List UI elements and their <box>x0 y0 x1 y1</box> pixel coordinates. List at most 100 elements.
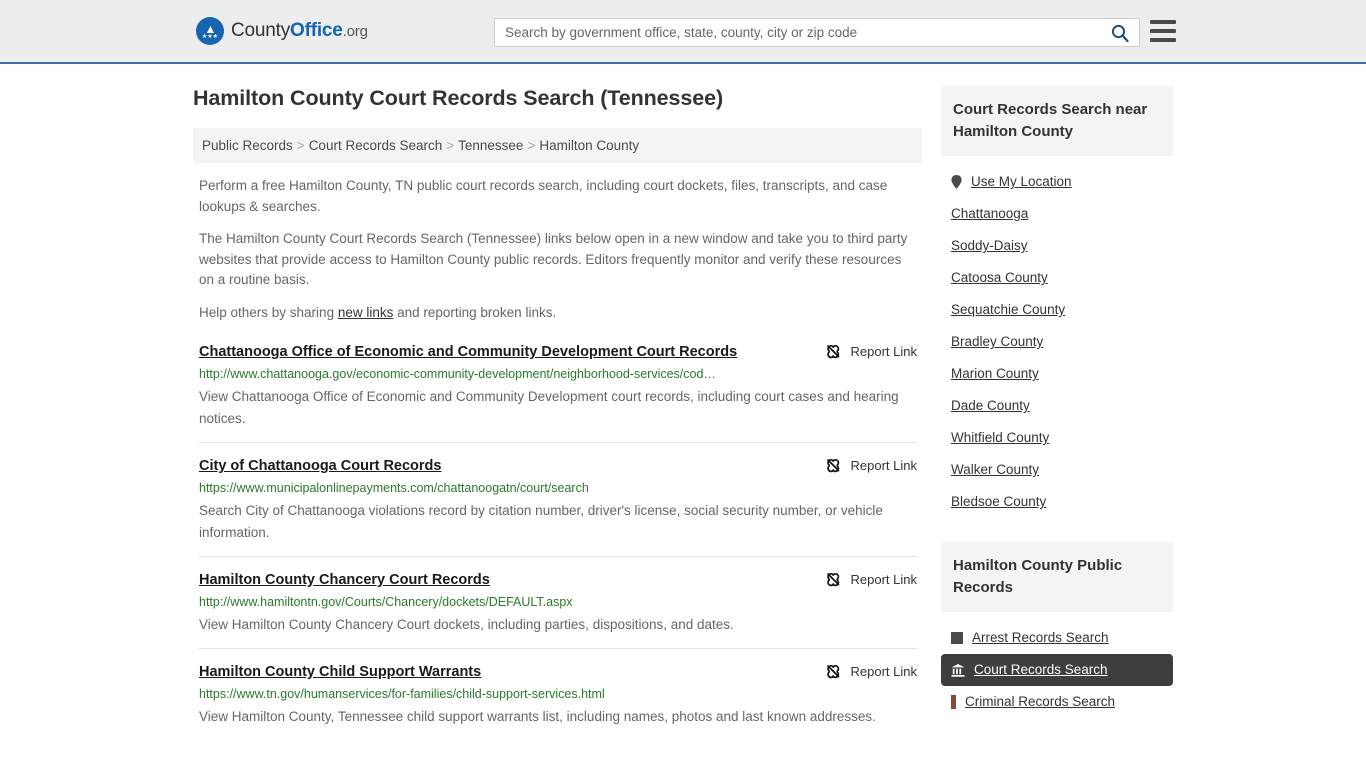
nearby-item-label[interactable]: Chattanooga <box>951 205 1028 223</box>
search-bar <box>494 18 1140 47</box>
result-description: View Hamilton County Chancery Court dock… <box>199 617 734 632</box>
public-records-item[interactable]: Arrest Records Search <box>941 622 1173 654</box>
result-title-link[interactable]: Chattanooga Office of Economic and Commu… <box>199 343 825 362</box>
broken-link-icon <box>826 572 839 587</box>
map-pin-icon <box>951 175 962 189</box>
hamburger-bar-1 <box>1150 20 1176 24</box>
result-item: Chattanooga Office of Economic and Commu… <box>199 339 917 442</box>
nearby-item-label[interactable]: Whitfield County <box>951 429 1049 447</box>
breadcrumb: Public Records > Court Records Search > Tenn… <box>193 128 922 163</box>
nearby-item-label[interactable]: Catoosa County <box>951 269 1048 287</box>
nearby-item-label[interactable]: Use My Location <box>971 173 1072 191</box>
result-description: View Chattanooga Office of Economic and … <box>199 389 899 426</box>
hamburger-menu-icon[interactable] <box>1150 20 1176 42</box>
nearby-item-label[interactable]: Sequatchie County <box>951 301 1065 319</box>
brand-text: CountyOffice.org <box>231 20 368 42</box>
nearby-list-item[interactable]: Whitfield County <box>941 422 1173 454</box>
report-link-label: Report Link <box>850 572 917 587</box>
share-suffix: and reporting broken links. <box>393 304 557 320</box>
breadcrumb-item-0[interactable]: Public Records <box>202 138 293 153</box>
result-header: Hamilton County Chancery Court Records R… <box>199 571 917 590</box>
share-prefix: Help others by sharing <box>199 304 338 320</box>
public-records-list: Arrest Records Search Court Records Sear… <box>941 612 1173 722</box>
site-logo[interactable]: ▲ ★★★ CountyOffice.org <box>196 17 368 45</box>
main-column: Hamilton County Court Records Search (Te… <box>193 64 923 740</box>
report-link-button[interactable]: Report Link <box>825 664 917 679</box>
intro-paragraph-1: Perform a free Hamilton County, TN publi… <box>199 178 888 214</box>
result-title-link[interactable]: Hamilton County Chancery Court Records <box>199 571 825 590</box>
nearby-item-label[interactable]: Walker County <box>951 461 1039 479</box>
report-link-label: Report Link <box>850 664 917 679</box>
result-title-link[interactable]: City of Chattanooga Court Records <box>199 457 825 476</box>
nearby-item-label[interactable]: Soddy-Daisy <box>951 237 1028 255</box>
result-description: Search City of Chattanooga violations re… <box>199 503 883 540</box>
nearby-list-item[interactable]: Marion County <box>941 358 1173 390</box>
nearby-item-label[interactable]: Marion County <box>951 365 1039 383</box>
search-results-list: Chattanooga Office of Economic and Commu… <box>193 339 923 740</box>
public-records-item-label[interactable]: Criminal Records Search <box>965 693 1115 711</box>
nearby-list-item[interactable]: Catoosa County <box>941 262 1173 294</box>
nearby-list-item[interactable]: Chattanooga <box>941 198 1173 230</box>
page-title: Hamilton County Court Records Search (Te… <box>193 86 724 110</box>
result-item: Hamilton County Chancery Court Records R… <box>199 556 917 648</box>
report-link-button[interactable]: Report Link <box>825 458 917 473</box>
search-icon <box>1111 24 1129 42</box>
public-records-item-label[interactable]: Court Records Search <box>974 661 1108 679</box>
result-header: Chattanooga Office of Economic and Commu… <box>199 343 917 362</box>
nearby-item-label[interactable]: Bradley County <box>951 333 1043 351</box>
result-url: https://www.municipalonlinepayments.com/… <box>199 481 589 495</box>
share-links-paragraph: Help others by sharing new links and rep… <box>193 303 923 324</box>
broken-link-icon <box>826 664 839 679</box>
report-link-button[interactable]: Report Link <box>825 572 917 587</box>
nearby-heading: Court Records Search near Hamilton Count… <box>941 86 1173 156</box>
breadcrumb-item-2[interactable]: Tennessee <box>458 138 523 153</box>
breadcrumb-sep-1: > <box>446 138 455 153</box>
page-body: Hamilton County Court Records Search (Te… <box>0 64 1366 740</box>
public-records-heading: Hamilton County Public Records <box>941 542 1173 612</box>
broken-link-icon <box>826 458 839 473</box>
nearby-list-item[interactable]: Use My Location <box>941 166 1173 198</box>
nearby-item-label[interactable]: Dade County <box>951 397 1030 415</box>
nearby-list-item[interactable]: Sequatchie County <box>941 294 1173 326</box>
intro-paragraph-2: The Hamilton County Court Records Search… <box>199 231 908 287</box>
report-link-label: Report Link <box>850 458 917 473</box>
result-item: City of Chattanooga Court Records Report… <box>199 442 917 556</box>
nearby-item-label[interactable]: Bledsoe County <box>951 493 1046 511</box>
nearby-list: Use My Location Chattanooga Soddy-Daisy Cat… <box>941 156 1173 522</box>
public-records-item[interactable]: Court Records Search <box>941 654 1173 686</box>
public-records-item-label[interactable]: Arrest Records Search <box>972 629 1109 647</box>
result-item: Hamilton County Child Support Warrants R… <box>199 648 917 740</box>
breadcrumb-item-1[interactable]: Court Records Search <box>309 138 443 153</box>
result-description: View Hamilton County, Tennessee child su… <box>199 709 876 724</box>
result-header: City of Chattanooga Court Records Report… <box>199 457 917 476</box>
bar-icon <box>951 695 956 709</box>
hamburger-bar-3 <box>1150 38 1176 42</box>
sidebar: Court Records Search near Hamilton Count… <box>941 64 1173 722</box>
result-header: Hamilton County Child Support Warrants R… <box>199 663 917 682</box>
result-url: http://www.chattanooga.gov/economic-comm… <box>199 367 716 381</box>
square-icon <box>951 632 963 644</box>
nearby-list-item[interactable]: Dade County <box>941 390 1173 422</box>
result-title-link[interactable]: Hamilton County Child Support Warrants <box>199 663 825 682</box>
nearby-list-item[interactable]: Walker County <box>941 454 1173 486</box>
search-input[interactable] <box>495 19 1101 46</box>
eagle-logo-icon: ▲ ★★★ <box>196 17 224 45</box>
breadcrumb-sep-2: > <box>527 138 536 153</box>
report-link-label: Report Link <box>850 344 917 359</box>
breadcrumb-item-3[interactable]: Hamilton County <box>539 138 639 153</box>
broken-link-icon <box>826 344 839 359</box>
new-links-link[interactable]: new links <box>338 305 394 320</box>
site-header: ▲ ★★★ CountyOffice.org <box>0 0 1366 64</box>
hamburger-bar-2 <box>1150 29 1176 33</box>
nearby-list-item[interactable]: Bradley County <box>941 326 1173 358</box>
public-records-item[interactable]: Criminal Records Search <box>941 686 1173 718</box>
brand-county: County <box>231 20 291 41</box>
report-link-button[interactable]: Report Link <box>825 344 917 359</box>
breadcrumb-sep-0: > <box>296 138 305 153</box>
brand-office: Office <box>290 20 343 41</box>
nearby-list-item[interactable]: Soddy-Daisy <box>941 230 1173 262</box>
nearby-list-item[interactable]: Bledsoe County <box>941 486 1173 518</box>
search-button[interactable] <box>1101 19 1139 46</box>
brand-tld: .org <box>342 23 368 40</box>
